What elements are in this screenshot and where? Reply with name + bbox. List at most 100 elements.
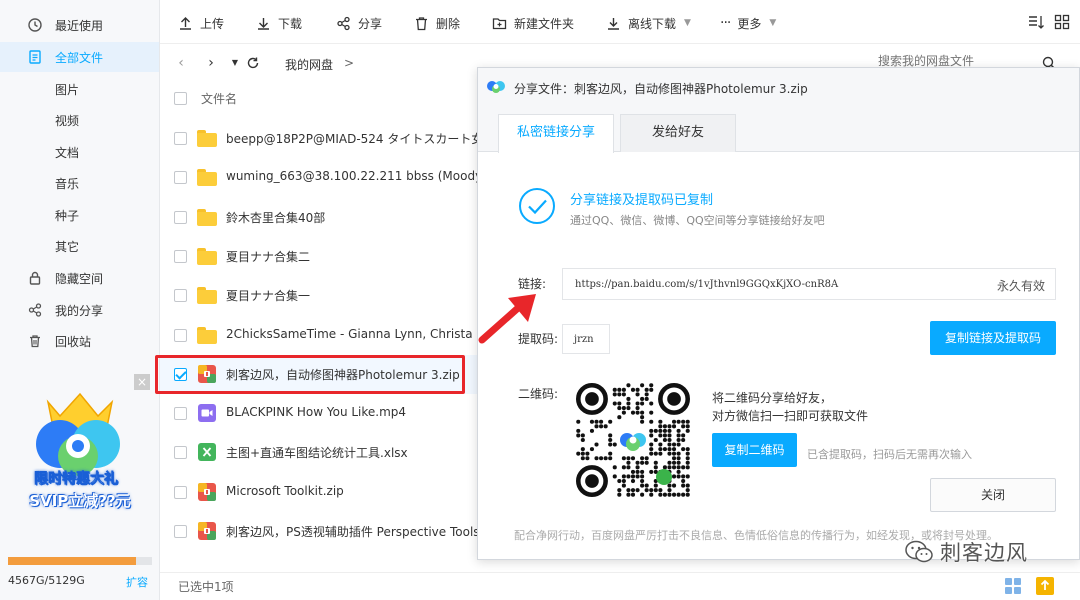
app-grid-icon[interactable] bbox=[1004, 577, 1022, 595]
baidu-netdisk-logo-icon bbox=[487, 81, 505, 93]
file-row[interactable]: wuming_663@38.100.22.211 bbss (Moodyz) bbox=[160, 158, 480, 197]
sidebar-item-my-shares[interactable]: 我的分享 bbox=[0, 295, 159, 325]
sort-icon[interactable] bbox=[1028, 14, 1044, 30]
copy-qr-code-button[interactable]: 复制二维码 bbox=[712, 433, 797, 467]
toolbar: 上传 下载 分享 删除 新建文件夹 离线下载 ▼ ··· 更多 ▼ bbox=[160, 0, 1080, 44]
watermark-text: 刺客边风 bbox=[940, 541, 1028, 565]
extraction-code-value: jrzn bbox=[574, 334, 594, 345]
qr-code bbox=[576, 383, 690, 497]
row-checkbox[interactable] bbox=[174, 407, 187, 421]
row-checkbox[interactable] bbox=[174, 289, 187, 303]
file-type-icon bbox=[197, 246, 217, 266]
grid-view-icon[interactable] bbox=[1054, 14, 1070, 30]
row-checkbox[interactable] bbox=[174, 525, 187, 538]
qr-hint: 已含提取码，扫码后无需再次输入 bbox=[807, 448, 972, 461]
qr-instruction-line1: 将二维码分享给好友， bbox=[712, 391, 833, 405]
select-all-checkbox[interactable] bbox=[174, 92, 187, 105]
sidebar-item-documents[interactable]: 文档 bbox=[0, 137, 159, 167]
zip-archive-icon bbox=[198, 522, 216, 540]
file-row[interactable]: 鈴木杏里合集40部 bbox=[160, 198, 480, 237]
share-link-field[interactable]: https://pan.baidu.com/s/1vJthvnl9GGQxKjX… bbox=[562, 268, 1056, 300]
sidebar-item-torrents[interactable]: 种子 bbox=[0, 200, 159, 230]
row-checkbox[interactable] bbox=[174, 249, 187, 263]
row-checkbox[interactable] bbox=[174, 485, 187, 499]
offline-download-icon bbox=[608, 17, 619, 30]
delete-button[interactable]: 删除 bbox=[414, 14, 460, 32]
file-row[interactable]: BLACKPINK How You Like.mp4 bbox=[160, 394, 480, 433]
upload-button[interactable]: 上传 bbox=[178, 14, 224, 32]
row-checkbox[interactable] bbox=[174, 132, 187, 145]
copy-link-and-code-button[interactable]: 复制链接及提取码 bbox=[930, 321, 1056, 355]
file-row[interactable]: beepp@18P2P@MIAD-524 タイトスカート女 bbox=[160, 119, 480, 158]
breadcrumb-separator: > bbox=[344, 56, 355, 70]
file-row[interactable]: 夏目ナナ合集一 bbox=[160, 276, 480, 315]
sidebar-item-others[interactable]: 其它 bbox=[0, 231, 159, 261]
offline-download-button[interactable]: 离线下载 ▼ bbox=[606, 14, 691, 32]
chevron-down-icon: ▼ bbox=[769, 18, 777, 28]
sidebar-item-label: 回收站 bbox=[55, 334, 92, 349]
sidebar-item-label: 隐藏空间 bbox=[55, 271, 104, 286]
quota-fill bbox=[8, 557, 137, 565]
search-input[interactable] bbox=[878, 54, 1038, 68]
file-row[interactable]: Microsoft Toolkit.zip bbox=[160, 473, 480, 512]
sidebar-item-videos[interactable]: 视频 bbox=[0, 105, 159, 135]
link-validity[interactable]: 永久有效 bbox=[997, 277, 1045, 294]
file-row[interactable]: 主图+直通车图结论统计工具.xlsx bbox=[160, 433, 480, 472]
success-subtitle: 通过QQ、微信、微博、QQ空间等分享链接给好友吧 bbox=[570, 214, 825, 227]
file-name: Microsoft Toolkit.zip bbox=[226, 483, 344, 498]
file-name: 主图+直通车图结论统计工具.xlsx bbox=[226, 446, 408, 461]
forward-icon[interactable]: › bbox=[204, 56, 218, 70]
sidebar-item-music[interactable]: 音乐 bbox=[0, 168, 159, 198]
file-row[interactable]: 刺客边风，PS透视辅助插件 Perspective Tools bbox=[160, 512, 480, 551]
folder-icon bbox=[197, 287, 217, 305]
row-checkbox[interactable] bbox=[174, 446, 187, 460]
dialog-title-bar: 分享文件：刺客边风，自动修图神器Photolemur 3.zip bbox=[478, 68, 1079, 106]
file-type-icon bbox=[197, 207, 217, 227]
sidebar-item-all-files[interactable]: 全部文件 bbox=[0, 42, 159, 72]
row-checkbox[interactable] bbox=[174, 171, 187, 185]
offline-download-label: 离线下载 bbox=[628, 16, 677, 31]
share-link-url: https://pan.baidu.com/s/1vJthvnl9GGQxKjX… bbox=[575, 279, 839, 290]
row-checkbox[interactable] bbox=[174, 328, 187, 342]
quota-bar bbox=[8, 557, 152, 565]
folder-icon bbox=[197, 130, 217, 147]
file-type-icon bbox=[197, 482, 217, 502]
download-icon bbox=[258, 17, 269, 30]
tab-send-to-friend[interactable]: 发给好友 bbox=[620, 114, 736, 152]
promo-subtitle: SVIP立减??元 bbox=[29, 492, 131, 510]
promo-close-button[interactable]: × bbox=[134, 374, 150, 390]
trash-icon bbox=[30, 335, 40, 348]
row-checkbox[interactable] bbox=[174, 210, 187, 224]
transfer-list-icon[interactable] bbox=[1036, 577, 1054, 595]
file-row[interactable]: 夏目ナナ合集二 bbox=[160, 237, 480, 276]
file-type-icon bbox=[197, 442, 217, 462]
expand-storage-link[interactable]: 扩容 bbox=[126, 574, 148, 590]
file-type-icon bbox=[197, 325, 217, 345]
refresh-icon[interactable] bbox=[246, 56, 260, 70]
sidebar-item-hidden-space[interactable]: 隐藏空间 bbox=[0, 263, 159, 293]
file-type-icon bbox=[197, 285, 217, 305]
sidebar-item-label: 图片 bbox=[55, 82, 80, 97]
column-header-name[interactable]: 文件名 bbox=[201, 90, 237, 107]
breadcrumb-root[interactable]: 我的网盘 bbox=[285, 56, 333, 73]
sidebar-item-images[interactable]: 图片 bbox=[0, 74, 159, 104]
wechat-icon bbox=[905, 540, 933, 563]
close-button[interactable]: 关闭 bbox=[930, 478, 1056, 512]
sidebar-item-recent[interactable]: 最近使用 bbox=[0, 10, 159, 40]
tab-private-link[interactable]: 私密链接分享 bbox=[498, 114, 614, 153]
file-row[interactable]: 2ChicksSameTime - Gianna Lynn, Christa M… bbox=[160, 316, 480, 355]
share-dialog: 分享文件：刺客边风，自动修图神器Photolemur 3.zip 私密链接分享 … bbox=[477, 67, 1080, 560]
sidebar-item-label: 全部文件 bbox=[55, 50, 104, 65]
more-button[interactable]: ··· 更多 ▼ bbox=[720, 14, 776, 32]
chevron-down-icon: ▼ bbox=[684, 18, 691, 28]
link-label: 链接: bbox=[518, 277, 547, 291]
history-dropdown-icon[interactable]: ▼ bbox=[228, 56, 242, 70]
back-icon[interactable]: ‹ bbox=[174, 56, 188, 70]
sidebar-item-recycle-bin[interactable]: 回收站 bbox=[0, 326, 159, 356]
extraction-code-field[interactable]: jrzn bbox=[562, 324, 610, 354]
new-folder-button[interactable]: 新建文件夹 bbox=[492, 14, 574, 32]
share-button[interactable]: 分享 bbox=[336, 14, 382, 32]
sidebar-item-label: 视频 bbox=[55, 113, 80, 128]
download-button[interactable]: 下载 bbox=[256, 14, 302, 32]
zip-archive-icon bbox=[198, 482, 216, 501]
